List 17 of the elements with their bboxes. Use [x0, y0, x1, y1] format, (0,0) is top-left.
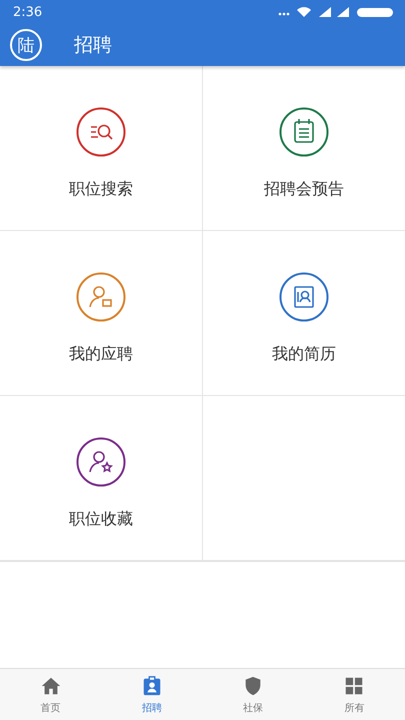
nav-tab[interactable]: 社保: [202, 669, 304, 720]
tile-label[interactable]: 职位搜索: [68, 178, 133, 200]
tile-label[interactable]: 职位收藏: [68, 508, 133, 530]
app-logo[interactable]: 陆: [10, 29, 42, 61]
page-title: 招聘: [74, 33, 112, 58]
more-icon: [278, 12, 290, 16]
battery-icon: [357, 8, 393, 17]
wifi-icon: [297, 7, 311, 17]
tile-label[interactable]: 招聘会预告: [264, 178, 344, 200]
signal-icon: [337, 7, 349, 17]
status-time: 2:36: [13, 4, 42, 20]
signal-icon: [319, 7, 331, 17]
nav-tab[interactable]: 所有: [304, 669, 405, 720]
nav-tab[interactable]: 首页: [0, 669, 102, 720]
tile-label[interactable]: 我的应聘: [68, 344, 133, 364]
tile-label[interactable]: 我的简历: [272, 344, 336, 364]
nav-tab[interactable]: 招聘: [101, 669, 202, 720]
